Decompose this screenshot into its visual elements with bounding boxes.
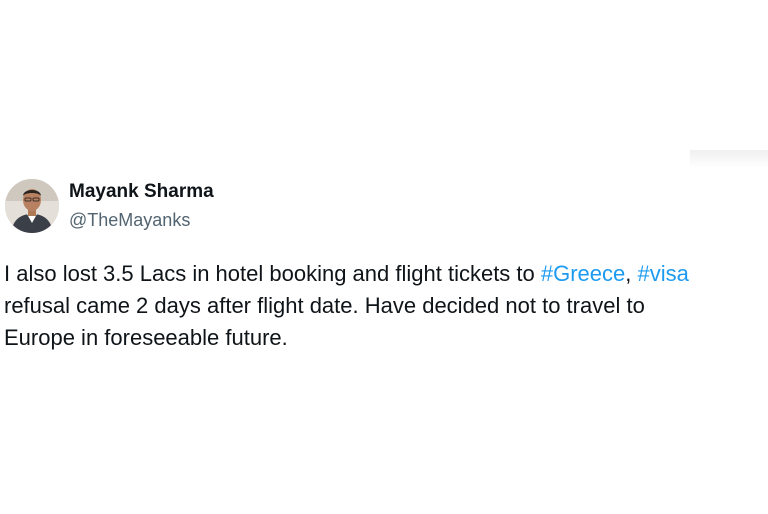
hashtag-greece-link[interactable]: #Greece — [541, 261, 625, 286]
author-handle[interactable]: @TheMayanks — [69, 210, 190, 231]
tweet-text-separator: , — [625, 261, 638, 286]
hashtag-visa-link[interactable]: #visa — [638, 261, 689, 286]
tweet-text-line-2: refusal came 2 days after flight date. H… — [4, 293, 645, 318]
tweet-text-line-3: Europe in foreseeable future. — [4, 325, 288, 350]
tweet-text: I also lost 3.5 Lacs in hotel booking an… — [4, 258, 768, 354]
author-name[interactable]: Mayank Sharma — [69, 181, 214, 203]
tweet-text-line-1: I also lost 3.5 Lacs in hotel booking an… — [4, 258, 768, 290]
tweet-text-segment: I also lost 3.5 Lacs in hotel booking an… — [4, 261, 541, 286]
avatar[interactable] — [5, 179, 59, 233]
top-divider-shadow — [690, 150, 768, 168]
avatar-photo — [5, 179, 59, 233]
